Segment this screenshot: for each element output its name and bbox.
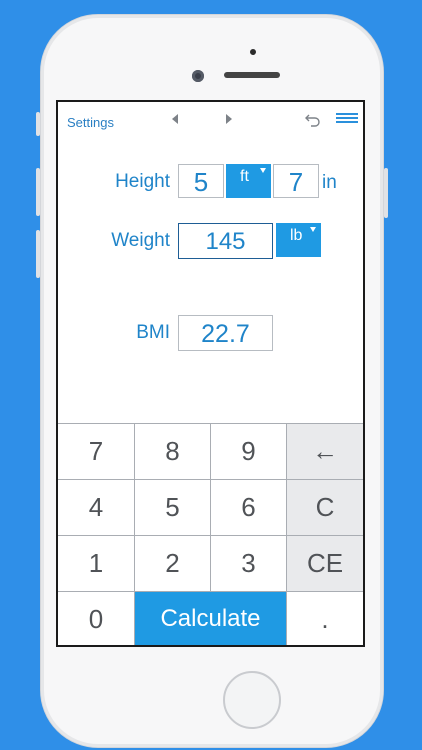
toolbar: Settings [58, 102, 363, 142]
settings-link[interactable]: Settings [67, 115, 114, 130]
hamburger-menu-icon[interactable] [336, 113, 358, 125]
dropdown-arrow-icon [260, 168, 266, 173]
chevron-right-icon[interactable] [226, 114, 232, 124]
bmi-result-field: 22.7 [178, 315, 273, 351]
power-button [384, 168, 388, 218]
key-7[interactable]: 7 [58, 424, 135, 480]
key-4[interactable]: 4 [58, 480, 135, 536]
height-inches-field[interactable]: 7 [273, 164, 319, 198]
undo-icon[interactable] [304, 111, 322, 129]
decimal-key[interactable]: . [287, 592, 363, 645]
weight-unit-label: lb [290, 227, 303, 244]
keypad: 7 8 9 ← 4 5 6 C 1 2 3 CE 0 Calculate . [58, 423, 363, 645]
clear-key[interactable]: C [287, 480, 363, 536]
volume-down-button [36, 230, 40, 278]
weight-label: Weight [111, 230, 170, 251]
mute-switch [36, 112, 40, 136]
key-8[interactable]: 8 [135, 424, 211, 480]
home-button[interactable] [223, 671, 281, 729]
key-1[interactable]: 1 [58, 536, 135, 592]
calculate-button[interactable]: Calculate [135, 592, 287, 645]
key-5[interactable]: 5 [135, 480, 211, 536]
key-6[interactable]: 6 [211, 480, 287, 536]
height-feet-field[interactable]: 5 [178, 164, 224, 198]
inches-unit-label: in [322, 172, 337, 193]
weight-field[interactable]: 145 [178, 223, 273, 259]
key-0[interactable]: 0 [58, 592, 135, 645]
bmi-label: BMI [136, 322, 170, 343]
height-label: Height [115, 171, 170, 192]
feet-unit-dropdown[interactable]: ft [226, 164, 271, 198]
volume-up-button [36, 168, 40, 216]
chevron-left-icon[interactable] [172, 114, 178, 124]
app-screen: Settings Height 5 ft 7 in Weight 145 lb … [56, 100, 365, 647]
backspace-key[interactable]: ← [287, 424, 363, 480]
dropdown-arrow-icon [310, 227, 316, 232]
feet-unit-label: ft [240, 168, 249, 185]
front-camera [192, 70, 204, 82]
key-9[interactable]: 9 [211, 424, 287, 480]
key-3[interactable]: 3 [211, 536, 287, 592]
key-2[interactable]: 2 [135, 536, 211, 592]
earpiece-speaker [224, 72, 280, 78]
weight-unit-dropdown[interactable]: lb [276, 223, 321, 257]
proximity-sensor [250, 49, 256, 55]
clear-entry-key[interactable]: CE [287, 536, 363, 592]
